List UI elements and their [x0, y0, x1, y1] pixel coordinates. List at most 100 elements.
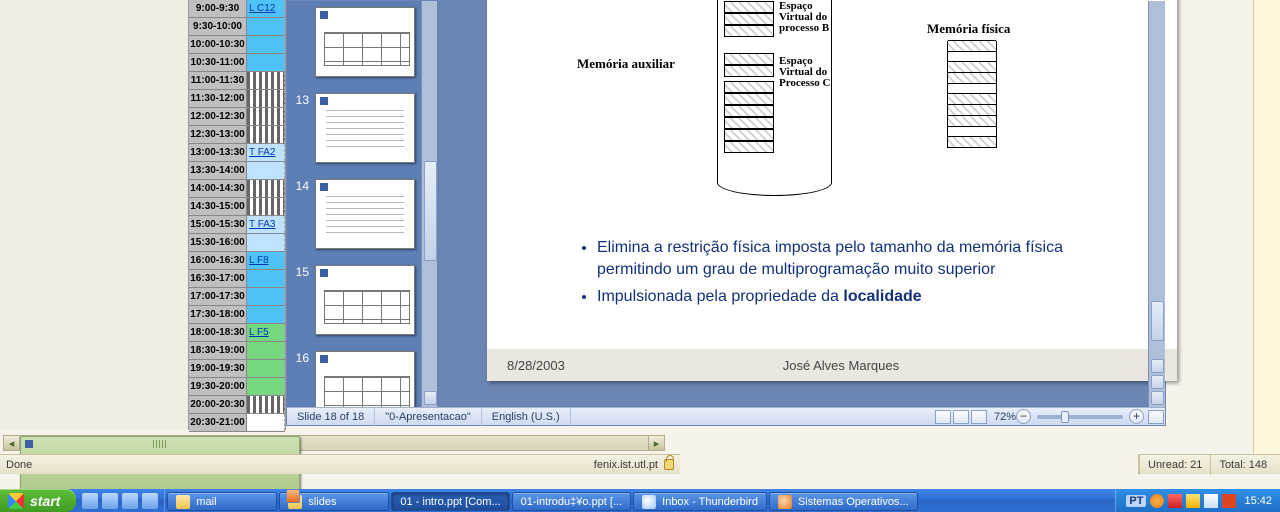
timetable-cell[interactable]: [247, 72, 285, 89]
timetable-link[interactable]: L F8: [249, 255, 269, 266]
tray-icon[interactable]: [1186, 494, 1200, 508]
timetable-cell[interactable]: [247, 198, 285, 215]
thumbnail-slide[interactable]: [315, 265, 415, 335]
timetable-cell[interactable]: L F8: [247, 252, 285, 269]
thumbnail-slide[interactable]: [315, 93, 415, 163]
slideshow-view-button[interactable]: [971, 410, 987, 424]
timetable-link[interactable]: T FA2: [249, 147, 276, 158]
timetable-row[interactable]: 16:30-17:00: [189, 270, 285, 288]
slide-editor-area[interactable]: Memória auxiliar Memória física: [437, 1, 1148, 407]
prev-slide-icon[interactable]: [1151, 375, 1164, 389]
quick-launch-icon[interactable]: [82, 493, 98, 509]
timetable-cell[interactable]: [247, 396, 285, 413]
thumbnail-slide[interactable]: [315, 351, 415, 407]
timetable-cell[interactable]: [247, 378, 285, 395]
taskbar-task-button[interactable]: mail: [167, 492, 277, 511]
timetable-row[interactable]: 19:00-19:30: [189, 360, 285, 378]
timetable-cell[interactable]: [247, 18, 285, 35]
tray-icon[interactable]: [1204, 494, 1218, 508]
timetable-row[interactable]: 16:00-16:30L F8: [189, 252, 285, 270]
timetable-row[interactable]: 18:30-19:00: [189, 342, 285, 360]
taskbar-task-button[interactable]: 01-introdu‡¥o.ppt [...: [512, 492, 632, 511]
timetable-row[interactable]: 20:00-20:30: [189, 396, 285, 414]
timetable-row[interactable]: 15:30-16:00: [189, 234, 285, 252]
thumbnail-slide[interactable]: [315, 179, 415, 249]
browser-horizontal-scrollbar[interactable]: ◂ ▸: [3, 435, 665, 451]
timetable-cell[interactable]: [247, 36, 285, 53]
timetable-cell[interactable]: [247, 90, 285, 107]
scroll-down-icon[interactable]: [1151, 359, 1164, 373]
start-button[interactable]: start: [0, 489, 76, 512]
thumbnail-row[interactable]: 16: [287, 345, 437, 407]
timetable-link[interactable]: T FA3: [249, 219, 276, 230]
timetable-cell[interactable]: [247, 342, 285, 359]
timetable-row[interactable]: 9:30-10:00: [189, 18, 285, 36]
zoom-slider-thumb[interactable]: [1061, 411, 1069, 423]
timetable-cell[interactable]: [247, 270, 285, 287]
timetable-link[interactable]: L C12: [249, 3, 275, 14]
scrollbar-thumb[interactable]: [424, 161, 437, 261]
thumbnail-slide[interactable]: [315, 7, 415, 77]
timetable-row[interactable]: 11:30-12:00: [189, 90, 285, 108]
quick-launch-icon[interactable]: [142, 493, 158, 509]
tray-icon[interactable]: [1150, 494, 1164, 508]
taskbar-task-button[interactable]: 01 - intro.ppt [Com...: [391, 492, 509, 511]
timetable-cell[interactable]: [247, 108, 285, 125]
tray-icon[interactable]: [1222, 494, 1236, 508]
language-indicator[interactable]: PT: [1126, 495, 1146, 507]
taskbar-clock[interactable]: 15:42: [1240, 495, 1274, 507]
timetable-cell[interactable]: [247, 360, 285, 377]
timetable-row[interactable]: 19:30-20:00: [189, 378, 285, 396]
next-slide-icon[interactable]: [1151, 391, 1164, 405]
scrollbar-track[interactable]: [20, 436, 648, 450]
timetable-row[interactable]: 10:30-11:00: [189, 54, 285, 72]
timetable-row[interactable]: 11:00-11:30: [189, 72, 285, 90]
zoom-in-button[interactable]: +: [1129, 409, 1144, 424]
timetable-row[interactable]: 10:00-10:30: [189, 36, 285, 54]
taskbar-task-button[interactable]: Inbox - Thunderbird: [633, 492, 767, 511]
timetable-row[interactable]: 15:00-15:30T FA3: [189, 216, 285, 234]
zoom-percent[interactable]: 72%: [994, 411, 1016, 423]
normal-view-button[interactable]: [935, 410, 951, 424]
tray-icon[interactable]: [1168, 494, 1182, 508]
timetable-cell[interactable]: [247, 306, 285, 323]
timetable-row[interactable]: 13:30-14:00: [189, 162, 285, 180]
quick-launch-icon[interactable]: [102, 493, 118, 509]
timetable-cell[interactable]: T FA3: [247, 216, 285, 233]
fit-window-button[interactable]: [1148, 410, 1164, 424]
timetable-row[interactable]: 9:00-9:30L C12: [189, 0, 285, 18]
thumbnail-row[interactable]: 13: [287, 87, 437, 173]
timetable-row[interactable]: 17:00-17:30: [189, 288, 285, 306]
timetable-row[interactable]: 14:00-14:30: [189, 180, 285, 198]
quick-launch-icon[interactable]: [122, 493, 138, 509]
timetable-cell[interactable]: [247, 162, 285, 179]
timetable-cell[interactable]: [247, 180, 285, 197]
scroll-down-icon[interactable]: [424, 391, 437, 405]
editor-vertical-scrollbar[interactable]: [1148, 1, 1165, 407]
timetable-cell[interactable]: T FA2: [247, 144, 285, 161]
timetable-cell[interactable]: [247, 288, 285, 305]
timetable-cell[interactable]: [247, 234, 285, 251]
scroll-left-icon[interactable]: ◂: [4, 436, 20, 450]
timetable-cell[interactable]: [247, 126, 285, 143]
zoom-slider[interactable]: [1037, 415, 1123, 419]
timetable-row[interactable]: 13:00-13:30T FA2: [189, 144, 285, 162]
timetable-cell[interactable]: L F5: [247, 324, 285, 341]
thumbnail-row[interactable]: [287, 1, 437, 87]
timetable-cell[interactable]: L C12: [247, 0, 285, 17]
slide-canvas[interactable]: Memória auxiliar Memória física: [487, 0, 1177, 381]
thumbnail-row[interactable]: 15: [287, 259, 437, 345]
taskbar-task-button[interactable]: Sistemas Operativos...: [769, 492, 918, 511]
thumbnail-scrollbar[interactable]: [421, 1, 437, 407]
scrollbar-thumb[interactable]: [1151, 301, 1164, 341]
timetable-row[interactable]: 20:30-21:00: [189, 414, 285, 432]
timetable-link[interactable]: L F5: [249, 327, 269, 338]
sorter-view-button[interactable]: [953, 410, 969, 424]
status-language[interactable]: English (U.S.): [482, 408, 571, 426]
timetable-row[interactable]: 12:00-12:30: [189, 108, 285, 126]
timetable-cell[interactable]: [247, 414, 285, 431]
timetable-row[interactable]: 14:30-15:00: [189, 198, 285, 216]
scroll-right-icon[interactable]: ▸: [648, 436, 664, 450]
timetable-row[interactable]: 12:30-13:00: [189, 126, 285, 144]
timetable-row[interactable]: 17:30-18:00: [189, 306, 285, 324]
